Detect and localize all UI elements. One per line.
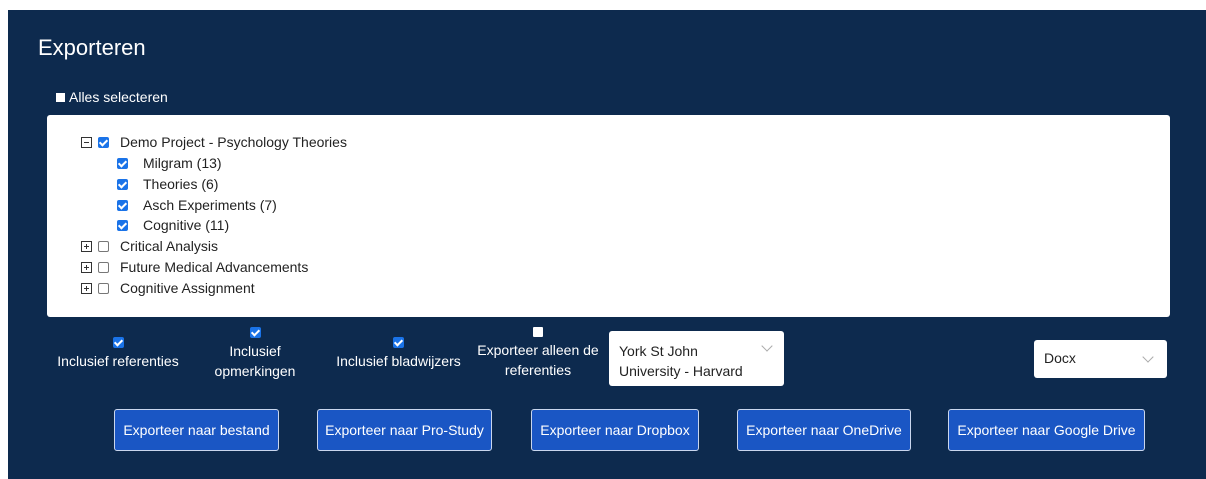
option-include-bookmarks[interactable]: Inclusief bladwijzers bbox=[326, 337, 471, 371]
chevron-down-icon bbox=[761, 340, 773, 352]
option-references-only[interactable]: Exporteer alleen de referenties bbox=[472, 327, 604, 380]
option-label: Inclusief bbox=[229, 343, 281, 359]
citation-style-value: York St John bbox=[619, 343, 698, 359]
tree-item-project-1[interactable]: Demo Project - Psychology Theories bbox=[81, 132, 347, 152]
option-include-comments[interactable]: Inclusief opmerkingen bbox=[200, 327, 310, 381]
child-checkbox[interactable] bbox=[117, 157, 128, 169]
tree-item-project-4[interactable]: Cognitive Assignment bbox=[81, 278, 255, 298]
select-all-label: Alles selecteren bbox=[69, 89, 168, 105]
expand-icon[interactable] bbox=[81, 240, 92, 252]
tree-item-project-3[interactable]: Future Medical Advancements bbox=[81, 257, 308, 277]
child-checkbox[interactable] bbox=[117, 219, 128, 231]
tree-item-label: Asch Experiments (7) bbox=[143, 197, 277, 213]
tree-item-label: Cognitive Assignment bbox=[120, 280, 255, 296]
expand-icon[interactable] bbox=[81, 282, 92, 294]
select-all-box[interactable] bbox=[56, 92, 65, 102]
citation-style-select[interactable]: York St John University - Harvard bbox=[609, 331, 784, 386]
tree-item-label: Theories (6) bbox=[143, 176, 219, 192]
option-label: Inclusief bladwijzers bbox=[336, 353, 461, 369]
export-gdrive-button[interactable]: Exporteer naar Google Drive bbox=[948, 409, 1145, 451]
project-3-checkbox[interactable] bbox=[98, 261, 109, 273]
include-comments-checkbox[interactable] bbox=[249, 327, 261, 338]
export-dropbox-button[interactable]: Exporteer naar Dropbox bbox=[531, 409, 699, 451]
collapse-icon[interactable] bbox=[81, 136, 92, 148]
citation-style-value: University - Harvard bbox=[619, 363, 743, 379]
export-prostudy-button[interactable]: Exporteer naar Pro-Study bbox=[317, 409, 492, 451]
child-checkbox[interactable] bbox=[117, 178, 128, 190]
tree-item-label: Cognitive (11) bbox=[143, 217, 230, 233]
page-title: Exporteren bbox=[38, 35, 146, 60]
option-label: opmerkingen bbox=[214, 363, 296, 379]
tree-item-child[interactable]: Asch Experiments (7) bbox=[117, 195, 277, 215]
option-label: Inclusief referenties bbox=[57, 353, 179, 369]
references-only-checkbox[interactable] bbox=[533, 327, 543, 337]
tree-item-label: Milgram (13) bbox=[143, 155, 222, 171]
tree-item-label: Demo Project - Psychology Theories bbox=[120, 134, 347, 150]
export-file-button[interactable]: Exporteer naar bestand bbox=[114, 409, 279, 451]
tree-item-child[interactable]: Theories (6) bbox=[117, 174, 218, 194]
tree-item-child[interactable]: Cognitive (11) bbox=[117, 215, 229, 235]
format-value: Docx bbox=[1044, 350, 1076, 366]
project-1-checkbox[interactable] bbox=[98, 136, 109, 148]
tree-item-child[interactable]: Milgram (13) bbox=[117, 153, 222, 173]
tree-item-label: Future Medical Advancements bbox=[120, 259, 309, 275]
tree-item-project-2[interactable]: Critical Analysis bbox=[81, 236, 218, 256]
project-4-checkbox[interactable] bbox=[98, 282, 109, 294]
option-label: Exporteer alleen de bbox=[477, 342, 599, 358]
include-bookmarks-checkbox[interactable] bbox=[393, 337, 404, 348]
export-onedrive-button[interactable]: Exporteer naar OneDrive bbox=[737, 409, 911, 451]
child-checkbox[interactable] bbox=[117, 199, 128, 211]
select-all-checkbox[interactable]: Alles selecteren bbox=[56, 89, 168, 105]
expand-icon[interactable] bbox=[81, 261, 92, 273]
format-select[interactable]: Docx bbox=[1034, 340, 1167, 378]
chevron-down-icon bbox=[1142, 351, 1154, 363]
tree-item-label: Critical Analysis bbox=[120, 238, 219, 254]
project-2-checkbox[interactable] bbox=[98, 240, 109, 252]
include-references-checkbox[interactable] bbox=[112, 337, 124, 348]
option-label: referenties bbox=[504, 362, 572, 378]
option-include-references[interactable]: Inclusief referenties bbox=[48, 337, 188, 371]
project-tree: Demo Project - Psychology Theories Milgr… bbox=[47, 115, 1170, 317]
